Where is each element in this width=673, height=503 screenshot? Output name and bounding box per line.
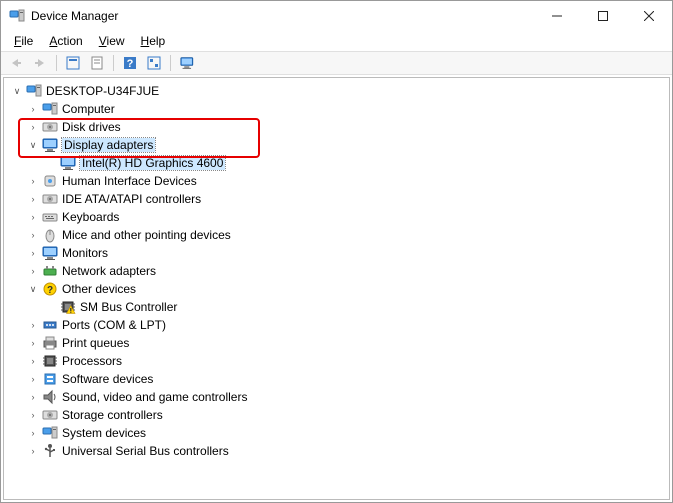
mouse-icon <box>42 227 58 243</box>
toolbar-separator <box>56 55 57 71</box>
window-title: Device Manager <box>31 9 534 23</box>
cpu-icon <box>42 353 58 369</box>
printer-icon <box>42 335 58 351</box>
node-ide[interactable]: IDE ATA/ATAPI controllers <box>62 192 201 206</box>
expand-toggle[interactable]: › <box>26 408 40 422</box>
hid-icon <box>42 173 58 189</box>
expand-toggle[interactable]: › <box>26 102 40 116</box>
software-icon <box>42 371 58 387</box>
expand-toggle[interactable]: › <box>26 444 40 458</box>
node-keyboards[interactable]: Keyboards <box>62 210 119 224</box>
expand-toggle[interactable]: › <box>26 174 40 188</box>
expand-toggle[interactable]: ∨ <box>10 84 24 98</box>
expand-toggle[interactable]: › <box>26 372 40 386</box>
expand-toggle[interactable]: › <box>26 426 40 440</box>
node-ports[interactable]: Ports (COM & LPT) <box>62 318 166 332</box>
expand-toggle[interactable]: › <box>26 228 40 242</box>
help-button[interactable]: ? <box>119 53 141 73</box>
node-hid[interactable]: Human Interface Devices <box>62 174 197 188</box>
forward-button[interactable] <box>29 53 51 73</box>
node-system[interactable]: System devices <box>62 426 146 440</box>
node-disk-drives[interactable]: Disk drives <box>62 120 121 134</box>
toolbar-separator <box>170 55 171 71</box>
app-icon <box>9 8 25 24</box>
port-icon <box>42 317 58 333</box>
drive-icon <box>42 119 58 135</box>
scan-button[interactable] <box>143 53 165 73</box>
expand-toggle[interactable]: ∨ <box>26 138 40 152</box>
toolbar-separator <box>113 55 114 71</box>
expand-toggle[interactable]: › <box>26 390 40 404</box>
expand-toggle[interactable]: › <box>26 246 40 260</box>
network-icon <box>42 263 58 279</box>
expand-toggle[interactable]: › <box>26 336 40 350</box>
menu-view[interactable]: View <box>92 33 132 49</box>
usb-icon <box>42 443 58 459</box>
node-monitors[interactable]: Monitors <box>62 246 108 260</box>
display-icon <box>42 137 58 153</box>
expand-toggle[interactable]: › <box>26 120 40 134</box>
ide-icon <box>42 191 58 207</box>
view-button[interactable] <box>176 53 198 73</box>
expand-toggle[interactable]: › <box>26 264 40 278</box>
menubar: Filedocument.currentScript.previousEleme… <box>1 31 672 51</box>
node-processors[interactable]: Processors <box>62 354 122 368</box>
node-storage[interactable]: Storage controllers <box>62 408 163 422</box>
expand-toggle[interactable]: › <box>26 192 40 206</box>
system-icon <box>42 425 58 441</box>
menu-help[interactable]: Help <box>134 33 173 49</box>
root-node[interactable]: DESKTOP-U34FJUE <box>46 84 159 98</box>
storage-icon <box>42 407 58 423</box>
minimize-button[interactable] <box>534 1 580 31</box>
computer-icon <box>42 101 58 117</box>
display-icon <box>60 155 76 171</box>
other-icon <box>42 281 58 297</box>
node-sm-bus[interactable]: SM Bus Controller <box>80 300 177 314</box>
expand-toggle[interactable]: › <box>26 318 40 332</box>
svg-text:?: ? <box>127 58 134 70</box>
node-display-adapters[interactable]: Display adapters <box>62 138 155 152</box>
maximize-button[interactable] <box>580 1 626 31</box>
computer-root-icon <box>26 83 42 99</box>
node-software[interactable]: Software devices <box>62 372 153 386</box>
titlebar: Device Manager <box>1 1 672 31</box>
node-other[interactable]: Other devices <box>62 282 136 296</box>
device-tree[interactable]: ∨ DESKTOP-U34FJUE › Computer › Disk drives… <box>3 77 670 500</box>
toolbar: ? <box>1 51 672 75</box>
close-button[interactable] <box>626 1 672 31</box>
warning-icon <box>60 299 76 315</box>
node-mice[interactable]: Mice and other pointing devices <box>62 228 231 242</box>
node-sound[interactable]: Sound, video and game controllers <box>62 390 247 404</box>
monitor-icon <box>42 245 58 261</box>
node-computer[interactable]: Computer <box>62 102 115 116</box>
node-print-queues[interactable]: Print queues <box>62 336 129 350</box>
menu-file[interactable]: Filedocument.currentScript.previousEleme… <box>7 33 40 49</box>
expand-toggle[interactable]: › <box>26 354 40 368</box>
back-button[interactable] <box>5 53 27 73</box>
properties-button[interactable] <box>86 53 108 73</box>
node-usb[interactable]: Universal Serial Bus controllers <box>62 444 229 458</box>
keyboard-icon <box>42 209 58 225</box>
menu-action[interactable]: Action <box>42 33 89 49</box>
expand-toggle[interactable]: › <box>26 210 40 224</box>
node-intel-hd[interactable]: Intel(R) HD Graphics 4600 <box>80 156 225 170</box>
speaker-icon <box>42 389 58 405</box>
node-network[interactable]: Network adapters <box>62 264 156 278</box>
expand-toggle[interactable]: ∨ <box>26 282 40 296</box>
show-hidden-button[interactable] <box>62 53 84 73</box>
